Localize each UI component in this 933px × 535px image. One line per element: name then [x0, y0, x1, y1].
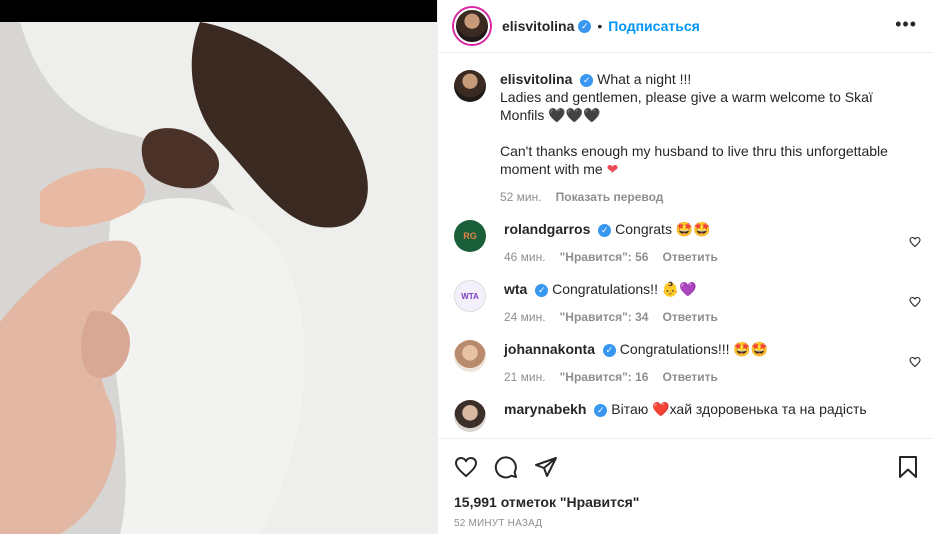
post-caption: elisvitolina ✓ What a night !!! Ladies a… [438, 54, 933, 206]
more-options-icon[interactable]: ••• [895, 14, 917, 35]
caption-username[interactable]: elisvitolina [500, 71, 572, 87]
post-panel: elisvitolina ✓ • Подписаться ••• elisvit… [437, 0, 933, 534]
comment-like-icon[interactable] [909, 356, 921, 371]
commenter-username[interactable]: marynabekh [504, 401, 586, 417]
heart-emoji: ❤ [606, 161, 619, 177]
verified-icon: ✓ [580, 73, 594, 87]
caption-line-3: Can't thanks enough my husband to live t… [500, 143, 888, 177]
post-photo[interactable] [0, 22, 437, 534]
comment-item: marynabekh ✓ Вітаю ❤️хай здоровенька та … [438, 386, 933, 432]
comment-like-icon[interactable] [909, 296, 921, 311]
comment-likes[interactable]: "Нравится": 16 [560, 368, 649, 386]
post-timestamp[interactable]: 52 МИНУТ НАЗАД [438, 510, 933, 529]
caption-time[interactable]: 52 мин. [500, 188, 542, 206]
separator-dot: • [597, 18, 603, 34]
post-media[interactable] [0, 0, 437, 534]
caption-line-2: Ladies and gentlemen, please give a warm… [500, 89, 873, 123]
comment-time[interactable]: 21 мин. [504, 368, 546, 386]
author-username[interactable]: elisvitolina [502, 18, 574, 34]
commenter-avatar[interactable]: RG [454, 220, 486, 252]
commenter-avatar[interactable]: WTA [454, 280, 486, 312]
comment-like-icon[interactable] [909, 236, 921, 251]
comment-text: Congratulations!!! 🤩🤩 [619, 341, 769, 357]
share-icon[interactable] [534, 455, 558, 484]
caption-avatar[interactable] [454, 70, 486, 102]
bookmark-icon[interactable] [897, 455, 919, 484]
author-avatar[interactable] [454, 8, 490, 44]
reply-button[interactable]: Ответить [662, 308, 717, 326]
commenter-username[interactable]: rolandgarros [504, 221, 590, 237]
comment-text: Congratulations!! 👶💜 [552, 281, 697, 297]
comment-item: johannakonta ✓ Congratulations!!! 🤩🤩 21 … [438, 326, 933, 386]
comment-text: Вітаю ❤️хай здоровенька та на радість [611, 401, 867, 417]
caption-line-1: What a night !!! [597, 71, 692, 87]
photo-illustration [0, 22, 437, 534]
commenter-username[interactable]: wta [504, 281, 527, 297]
comment-item: WTA wta ✓ Congratulations!! 👶💜 24 мин. "… [438, 266, 933, 326]
comment-likes[interactable]: "Нравится": 56 [560, 248, 649, 266]
comment-item: RG rolandgarros ✓ Congrats 🤩🤩 46 мин. "Н… [438, 206, 933, 266]
comment-likes[interactable]: "Нравится": 34 [560, 308, 649, 326]
translate-button[interactable]: Показать перевод [556, 188, 664, 206]
verified-icon: ✓ [598, 223, 612, 237]
comment-time[interactable]: 46 мин. [504, 248, 546, 266]
post-header: elisvitolina ✓ • Подписаться ••• [438, 0, 933, 53]
commenter-avatar[interactable] [454, 340, 486, 372]
commenter-avatar[interactable] [454, 400, 486, 432]
verified-icon: ✓ [578, 19, 592, 33]
comment-time[interactable]: 24 мин. [504, 308, 546, 326]
comments-list[interactable]: elisvitolina ✓ What a night !!! Ladies a… [438, 54, 933, 438]
comment-icon[interactable] [494, 455, 518, 484]
verified-icon: ✓ [602, 343, 616, 357]
post-actions: 15,991 отметок "Нравится" 52 МИНУТ НАЗАД [438, 438, 933, 535]
likes-count[interactable]: 15,991 отметок "Нравится" [438, 484, 933, 510]
heart-icon[interactable] [454, 455, 478, 484]
verified-icon: ✓ [535, 283, 549, 297]
reply-button[interactable]: Ответить [662, 248, 717, 266]
commenter-username[interactable]: johannakonta [504, 341, 595, 357]
follow-button[interactable]: Подписаться [608, 18, 700, 34]
verified-icon: ✓ [594, 403, 608, 417]
comment-text: Congrats 🤩🤩 [615, 221, 711, 237]
reply-button[interactable]: Ответить [662, 368, 717, 386]
